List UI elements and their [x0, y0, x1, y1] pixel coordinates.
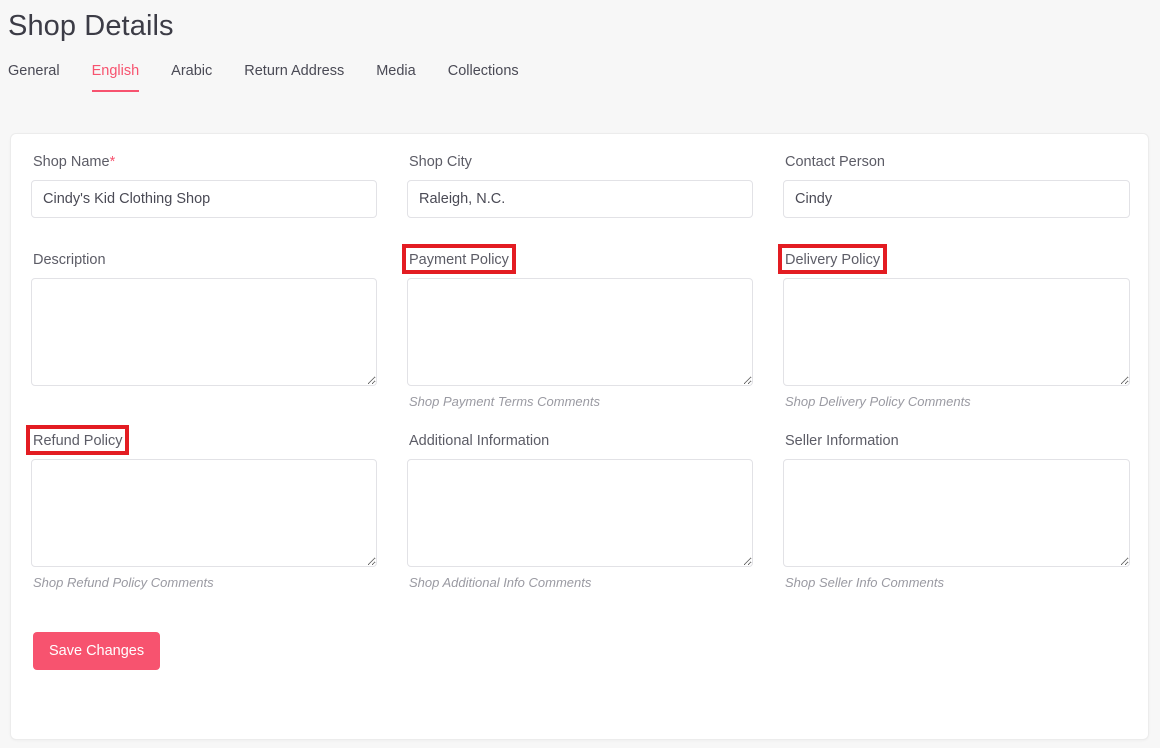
tab-collections[interactable]: Collections	[448, 61, 540, 92]
save-changes-button[interactable]: Save Changes	[33, 632, 161, 670]
payment-policy-annotation-box: Payment Policy	[402, 244, 516, 274]
field-additional-information: Additional Information Shop Additional I…	[407, 431, 753, 592]
delivery-policy-helper: Shop Delivery Policy Comments	[785, 394, 971, 409]
tab-bar: General English Arabic Return Address Me…	[0, 46, 1160, 92]
required-asterisk: *	[109, 154, 116, 170]
field-seller-information: Seller Information Shop Seller Info Comm…	[783, 431, 1130, 592]
column-spacer	[753, 431, 783, 592]
shop-name-label-text: Shop Name	[33, 154, 110, 170]
delivery-policy-textarea[interactable]	[783, 278, 1130, 386]
seller-information-label: Seller Information	[785, 433, 899, 449]
shop-name-label: Shop Name*	[33, 152, 377, 172]
form-row-1: Shop Name* Shop City Contact Person	[31, 152, 1130, 218]
column-spacer	[377, 250, 407, 411]
refund-policy-helper: Shop Refund Policy Comments	[33, 575, 214, 590]
field-payment-policy: Payment Policy Shop Payment Terms Commen…	[402, 244, 753, 411]
description-helper	[33, 393, 377, 411]
shop-details-form-card: Shop Name* Shop City Contact Person Desc…	[10, 133, 1149, 740]
row-spacer	[31, 411, 1128, 431]
tab-return-address[interactable]: Return Address	[244, 61, 365, 92]
field-shop-city: Shop City	[407, 152, 753, 218]
delivery-policy-label: Delivery Policy	[777, 244, 1130, 274]
payment-policy-textarea[interactable]	[407, 278, 753, 386]
refund-policy-label: Refund Policy	[25, 425, 377, 455]
page-title: Shop Details	[8, 10, 174, 42]
form-row-3: Refund Policy Shop Refund Policy Comment…	[25, 425, 1130, 592]
contact-person-input[interactable]	[783, 180, 1130, 218]
tab-arabic[interactable]: Arabic	[171, 61, 233, 92]
field-delivery-policy: Delivery Policy Shop Delivery Policy Com…	[777, 244, 1130, 411]
seller-information-helper: Shop Seller Info Comments	[785, 575, 944, 590]
field-description: Description	[31, 250, 377, 411]
delivery-policy-label-text: Delivery Policy	[785, 252, 881, 268]
tab-label: English	[91, 63, 140, 79]
column-spacer	[753, 152, 783, 218]
tab-english[interactable]: English	[91, 61, 161, 92]
column-spacer	[753, 250, 783, 411]
additional-information-label: Additional Information	[409, 433, 550, 449]
shop-city-input[interactable]	[407, 180, 753, 218]
description-label: Description	[33, 252, 106, 268]
tab-media[interactable]: Media	[376, 61, 437, 92]
tab-label: Media	[376, 63, 416, 79]
contact-person-label: Contact Person	[785, 154, 885, 170]
refund-policy-annotation-box: Refund Policy	[25, 425, 130, 455]
column-spacer	[377, 152, 407, 218]
additional-information-textarea[interactable]	[407, 459, 753, 567]
field-refund-policy: Refund Policy Shop Refund Policy Comment…	[25, 425, 377, 592]
tab-label: General	[8, 63, 60, 79]
tab-label: Arabic	[171, 63, 213, 79]
payment-policy-label-text: Payment Policy	[409, 252, 509, 268]
refund-policy-label-text: Refund Policy	[33, 433, 123, 449]
seller-information-textarea[interactable]	[783, 459, 1130, 567]
form-row-2: Description Payment Policy Shop Payment …	[31, 244, 1130, 411]
form-actions: Save Changes	[31, 592, 1128, 670]
tab-general[interactable]: General	[8, 61, 81, 92]
tab-label: Collections	[447, 63, 519, 79]
row-spacer	[31, 218, 1128, 250]
shop-city-label: Shop City	[409, 154, 472, 170]
field-shop-name: Shop Name*	[31, 152, 377, 218]
refund-policy-textarea[interactable]	[31, 459, 377, 567]
shop-name-input[interactable]	[31, 180, 377, 218]
field-contact-person: Contact Person	[783, 152, 1130, 218]
column-spacer	[377, 431, 407, 592]
additional-information-helper: Shop Additional Info Comments	[409, 575, 592, 590]
payment-policy-label: Payment Policy	[402, 244, 753, 274]
delivery-policy-annotation-box: Delivery Policy	[777, 244, 888, 274]
description-textarea[interactable]	[31, 278, 377, 386]
payment-policy-helper: Shop Payment Terms Comments	[409, 394, 600, 409]
tab-label: Return Address	[244, 63, 345, 79]
